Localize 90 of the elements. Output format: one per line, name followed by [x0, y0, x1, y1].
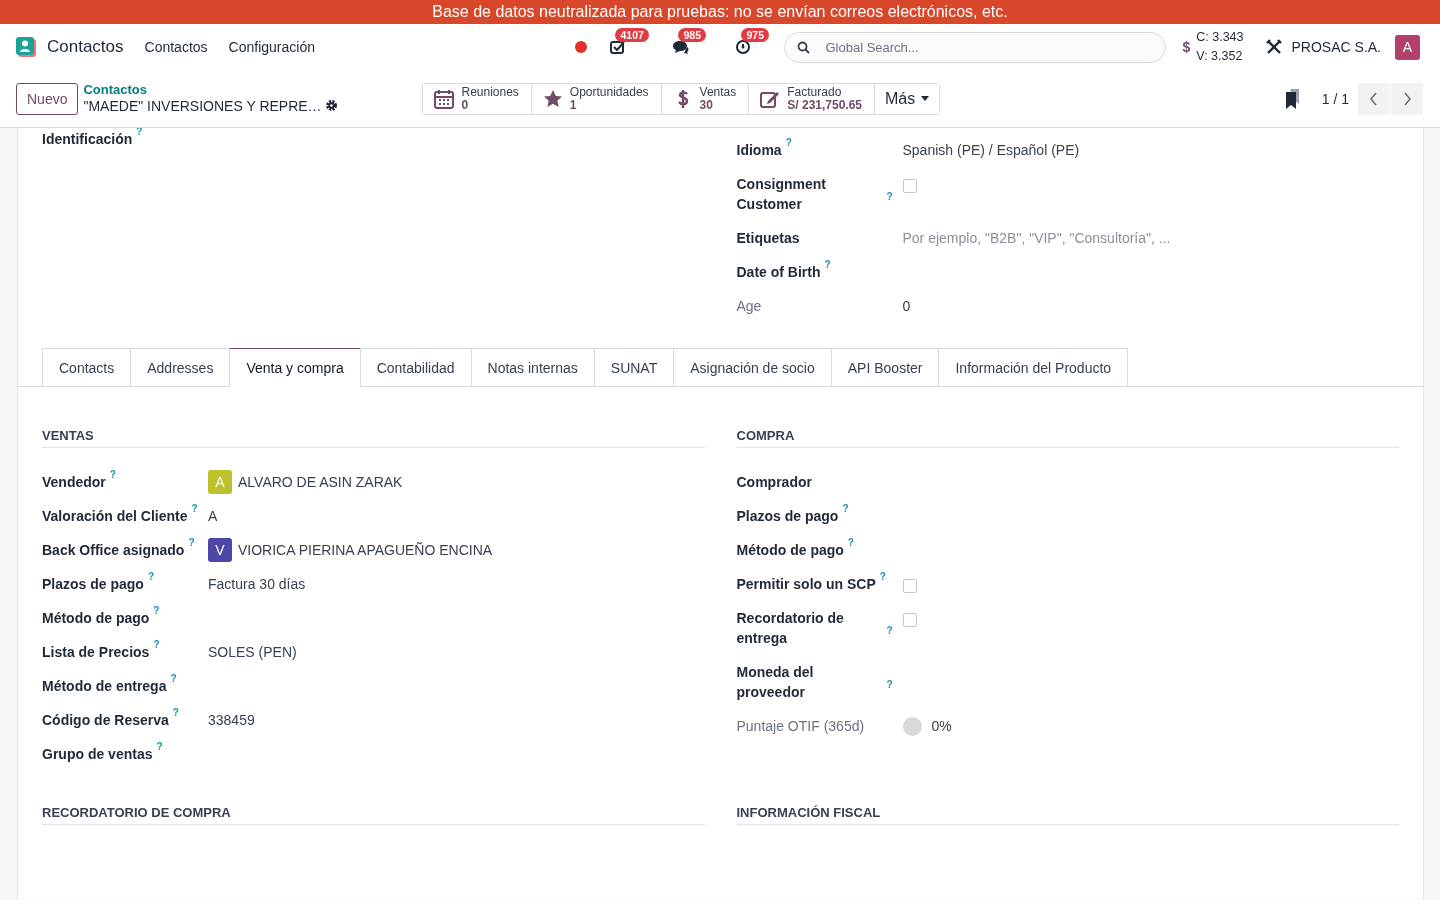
field-label: Moneda del proveedor [736, 663, 815, 702]
section-heading: INFORMACIÓN FISCAL [736, 804, 1399, 825]
field-label: Identificación [42, 130, 133, 149]
help-mark[interactable]: ? [147, 571, 155, 582]
field-label: Plazos de pago [42, 575, 144, 594]
help-mark[interactable]: ? [136, 128, 143, 137]
field-value: 0% [931, 717, 952, 736]
count-badge: 4107 [615, 28, 649, 42]
tab[interactable]: Venta y compra [229, 348, 361, 387]
field-label: Consignment Customer [736, 175, 827, 214]
section-heading: RECORDATORIO DE COMPRA [42, 804, 705, 825]
bookmark-icon[interactable] [1283, 88, 1300, 109]
help-mark[interactable]: ? [824, 259, 831, 270]
field-label: Método de entrega [42, 677, 167, 696]
menu-item[interactable]: Configuración [228, 39, 315, 55]
field-value[interactable]: 338459 [208, 710, 255, 730]
tools-icon[interactable] [1265, 39, 1282, 55]
exchange-rate: V: 3.352 [1196, 48, 1244, 65]
company-name[interactable]: PROSAC S.A. [1291, 39, 1381, 55]
tab[interactable]: Información del Producto [938, 348, 1129, 386]
field-label: Etiquetas [736, 229, 800, 248]
previous-button[interactable] [1358, 82, 1390, 115]
help-mark[interactable]: ? [886, 191, 893, 202]
field-label: Método de pago [736, 541, 844, 560]
field-label: Back Office asignado [42, 541, 185, 560]
field-value[interactable]: Spanish (PE) / Español (PE) [902, 140, 1080, 160]
new-button[interactable]: Nuevo [16, 82, 79, 115]
field-label: Puntaje OTIF (365d) [736, 717, 865, 736]
user-avatar[interactable]: A [1395, 34, 1420, 60]
field-label: Comprador [736, 473, 812, 492]
tab[interactable]: Contacts [42, 348, 132, 386]
section-heading: COMPRA [736, 427, 1399, 448]
field-value[interactable]: 0 [902, 296, 911, 316]
count-badge: 975 [741, 28, 769, 42]
breadcrumb-link[interactable]: Contactos [83, 82, 316, 98]
help-mark[interactable]: ? [153, 639, 160, 650]
help-mark[interactable]: ? [842, 503, 849, 514]
field-label: Grupo de ventas [42, 745, 153, 764]
field-value[interactable]: Factura 30 días [208, 574, 306, 594]
recording-icon[interactable] [575, 41, 588, 53]
gear-icon[interactable] [325, 99, 339, 112]
help-mark[interactable]: ? [191, 503, 198, 514]
field-value[interactable]: VIORICA PIERINA APAGUEÑO ENCINA [238, 540, 493, 560]
help-mark[interactable]: ? [109, 469, 116, 480]
progress-circle [902, 716, 922, 736]
help-mark[interactable]: ? [879, 571, 886, 582]
user-avatar: V [208, 538, 232, 562]
field-label: Vendedor [42, 473, 106, 492]
help-mark[interactable]: ? [172, 707, 179, 718]
help-mark[interactable]: ? [886, 625, 893, 636]
help-mark[interactable]: ? [847, 537, 854, 548]
smart-button[interactable]: Reuniones 0 [423, 83, 532, 114]
help-mark[interactable]: ? [188, 537, 195, 548]
field-label: Recordatorio de entrega [736, 609, 845, 648]
chat-icon[interactable] [672, 38, 691, 56]
field-label: Lista de Precios [42, 643, 150, 662]
field-value[interactable]: A [208, 506, 218, 526]
help-mark[interactable]: ? [170, 673, 177, 684]
field-label: Permitir solo un SCP [736, 575, 876, 594]
help-mark[interactable]: ? [153, 605, 160, 616]
checkbox[interactable] [902, 178, 917, 193]
help-mark[interactable]: ? [886, 679, 893, 690]
count-badge: 985 [678, 28, 706, 42]
field-label: Método de pago [42, 609, 150, 628]
user-avatar: A [208, 470, 232, 494]
field-label: Date of Birth [736, 263, 821, 282]
field-label: Plazos de pago [736, 507, 839, 526]
field-label: Idioma [736, 141, 782, 160]
checkbox[interactable] [902, 578, 917, 593]
next-button[interactable] [1391, 82, 1423, 115]
app-logo-icon[interactable] [16, 37, 36, 57]
help-mark[interactable]: ? [156, 741, 163, 752]
field-label: Age [736, 297, 762, 316]
pager-value[interactable]: 1 / 1 [1321, 90, 1349, 107]
field-label: Valoración del Cliente [42, 507, 188, 526]
field-value[interactable]: SOLES (PEN) [208, 642, 297, 662]
calendar-icon [433, 87, 456, 110]
exchange-rate: C: 3.343 [1196, 29, 1244, 46]
app-name[interactable]: Contactos [47, 37, 124, 57]
currency-symbol[interactable]: $ [1182, 39, 1191, 55]
field-label: Código de Reserva [42, 711, 169, 730]
section-heading: VENTAS [42, 427, 705, 448]
field-value[interactable]: ALVARO DE ASIN ZARAK [238, 472, 403, 492]
help-mark[interactable]: ? [785, 137, 792, 148]
checkbox-icon[interactable] [609, 38, 628, 56]
checkbox[interactable] [902, 612, 917, 627]
menu-item[interactable]: Contactos [144, 39, 208, 55]
search-icon [797, 40, 811, 54]
banner-text: Base de datos neutralizada para pruebas: no se envían correos electrónicos, etc. [432, 3, 1008, 20]
search-field[interactable]: Global Search... [784, 31, 1167, 63]
